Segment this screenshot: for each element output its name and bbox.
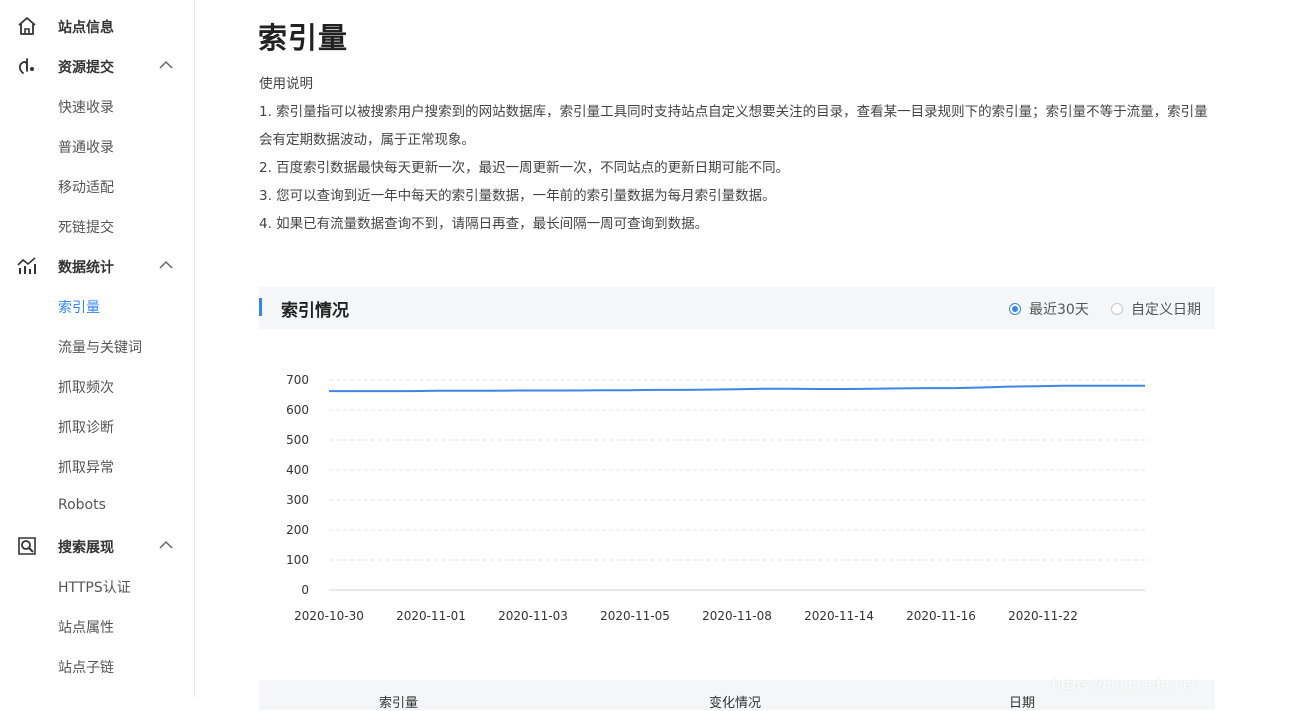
sidebar-item-label: 索引量 [58, 300, 100, 316]
chevron-up-icon [159, 540, 173, 549]
usage-line: 4. 如果已有流量数据查询不到，请隔日再查，最长间隔一周可查询到数据。 [259, 216, 709, 232]
nav-group-label: 搜索展现 [58, 540, 114, 556]
nav-group-data-stats[interactable]: 数据统计 [0, 246, 194, 286]
usage-instructions: 使用说明 1. 索引量指可以被搜索用户搜索到的网站数据库，索引量工具同时支持站点… [259, 70, 1219, 238]
sidebar-item-mobile-adapt[interactable]: 移动适配 [0, 166, 194, 206]
y-tick-label: 0 [301, 583, 309, 597]
page-title: 索引量 [258, 21, 349, 55]
radio-custom-date[interactable]: 自定义日期 [1111, 299, 1201, 319]
table-header-cell: 日期 [1009, 696, 1036, 711]
chevron-up-icon [159, 260, 173, 269]
sidebar-item-label: 抓取异常 [58, 460, 114, 476]
nav-group-label: 数据统计 [58, 260, 114, 276]
usage-line: 3. 您可以查询到近一年中每天的索引量数据，一年前的索引量数据为每月索引量数据。 [259, 188, 776, 204]
x-tick-label: 2020-11-01 [396, 609, 466, 623]
chevron-up-icon [159, 60, 173, 69]
sidebar-item-label: 普通收录 [58, 140, 114, 156]
sidebar-item-dead-link[interactable]: 死链提交 [0, 206, 194, 246]
radio-unchecked-icon [1111, 303, 1123, 315]
sidebar-item-label: 抓取诊断 [58, 420, 114, 436]
home-icon [18, 17, 36, 35]
sidebar-item-label: 站点子链 [58, 660, 114, 676]
x-tick-label: 2020-11-22 [1008, 609, 1078, 623]
nav-group-site-info[interactable]: 站点信息 [0, 6, 194, 46]
sidebar-item-site-sublinks[interactable]: 站点子链 [0, 646, 194, 686]
sidebar-item-quick-index[interactable]: 快速收录 [0, 86, 194, 126]
section-accent-bar [259, 298, 262, 316]
watermark: https://blog.csdn.net [1052, 677, 1198, 693]
section-header: 索引情况 最近30天 自定义日期 [259, 287, 1215, 329]
section-title: 索引情况 [281, 301, 349, 321]
nav-group-search-display[interactable]: 搜索展现 [0, 526, 194, 566]
sidebar-item-label: 站点属性 [58, 620, 114, 636]
sidebar-item-crawl-errors[interactable]: 抓取异常 [0, 446, 194, 486]
y-tick-label: 100 [286, 553, 309, 567]
sidebar-item-label: Robots [58, 497, 106, 513]
y-tick-label: 600 [286, 403, 309, 417]
y-tick-label: 300 [286, 493, 309, 507]
sidebar-item-index-volume[interactable]: 索引量 [0, 286, 194, 326]
sidebar-item-label: 死链提交 [58, 220, 114, 236]
sidebar-item-site-attributes[interactable]: 站点属性 [0, 606, 194, 646]
sidebar-item-label: 移动适配 [58, 180, 114, 196]
series-line [329, 384, 1145, 393]
x-tick-label: 2020-10-30 [294, 609, 364, 623]
x-tick-label: 2020-11-03 [498, 609, 568, 623]
sidebar-item-normal-index[interactable]: 普通收录 [0, 126, 194, 166]
nav-group-resource-submit[interactable]: 资源提交 [0, 46, 194, 86]
nav-group-label: 站点信息 [58, 20, 114, 36]
sidebar-item-https[interactable]: HTTPS认证 [0, 566, 194, 606]
x-tick-label: 2020-11-08 [702, 609, 772, 623]
sidebar-item-crawl-frequency[interactable]: 抓取频次 [0, 366, 194, 406]
table-header-cell: 索引量 [379, 696, 419, 711]
y-tick-label: 500 [286, 433, 309, 447]
y-tick-label: 400 [286, 463, 309, 477]
radio-last-30-days[interactable]: 最近30天 [1009, 299, 1089, 319]
submit-icon [18, 58, 34, 74]
radio-label: 自定义日期 [1131, 302, 1201, 318]
sidebar-item-robots[interactable]: Robots [0, 486, 194, 526]
sidebar-item-label: 抓取频次 [58, 380, 114, 396]
stats-icon [17, 257, 36, 274]
nav-group-label: 资源提交 [58, 60, 114, 76]
usage-title: 使用说明 [259, 76, 313, 92]
x-tick-label: 2020-11-14 [804, 609, 874, 623]
sidebar-item-label: 快速收录 [58, 100, 114, 116]
x-tick-label: 2020-11-05 [600, 609, 670, 623]
sidebar: 站点信息 资源提交 快速收录 普通收录 移动适配 死链提交 数据统计 索引量 流… [0, 0, 195, 697]
y-tick-label: 700 [286, 373, 309, 387]
sidebar-item-crawl-diagnosis[interactable]: 抓取诊断 [0, 406, 194, 446]
radio-checked-icon [1009, 303, 1021, 315]
y-tick-label: 200 [286, 523, 309, 537]
sidebar-item-label: HTTPS认证 [58, 580, 131, 596]
table-header-cell: 变化情况 [709, 696, 762, 711]
index-volume-chart: 0 100 200 300 400 500 600 700 2020-10-30 2020-11-… [286, 373, 1145, 623]
usage-line: 1. 索引量指可以被搜索用户搜索到的网站数据库，索引量工具同时支持站点自定义想要… [259, 104, 1208, 148]
sidebar-item-label: 流量与关键词 [58, 340, 142, 356]
search-display-icon [18, 537, 36, 555]
radio-label: 最近30天 [1029, 302, 1089, 318]
x-tick-label: 2020-11-16 [906, 609, 976, 623]
sidebar-item-traffic-keywords[interactable]: 流量与关键词 [0, 326, 194, 366]
usage-line: 2. 百度索引数据最快每天更新一次，最迟一周更新一次，不同站点的更新日期可能不同… [259, 160, 790, 176]
